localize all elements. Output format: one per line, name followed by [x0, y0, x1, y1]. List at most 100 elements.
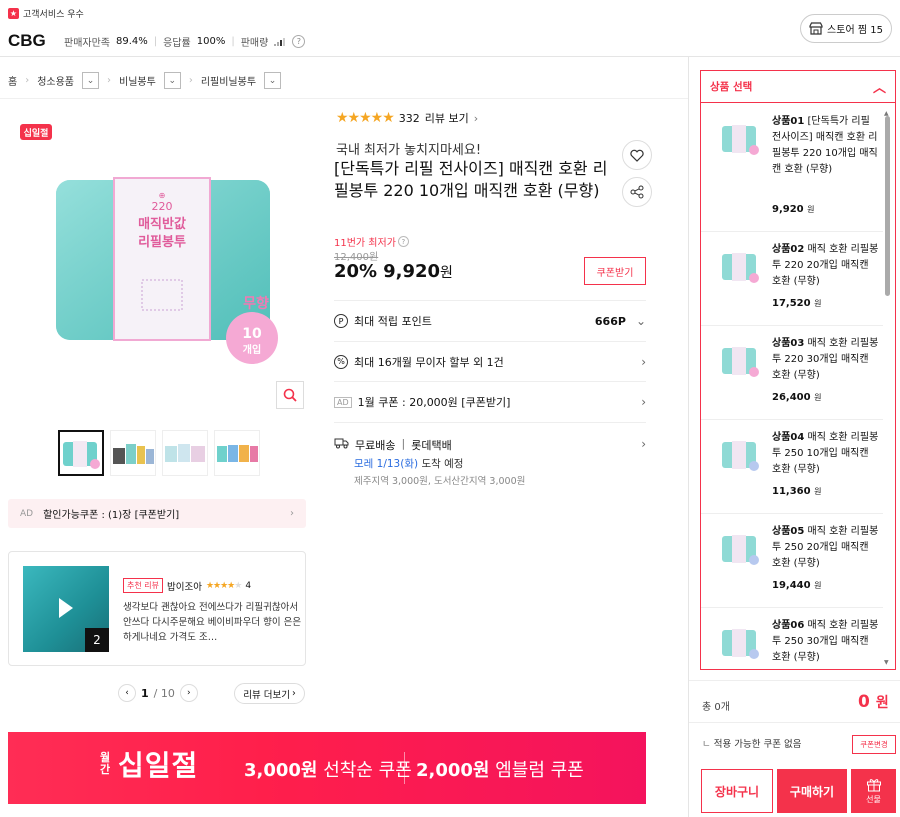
- promo-logo-small: 월간: [100, 751, 111, 776]
- ad-label: AD: [334, 396, 352, 408]
- wishlist-button[interactable]: [622, 140, 652, 170]
- option-item[interactable]: 상품05 매직 호환 리필봉투 250 20개입 매직캔 호환 (무향) 19,4…: [701, 514, 883, 608]
- review-text: 생각보다 괜찮아요 전에쓰다가 리필귀찮아서 안쓰다 다시주문해요 베이비파우더…: [123, 602, 302, 643]
- svg-text:10: 10: [242, 326, 262, 342]
- svg-text:무향: 무향: [243, 295, 269, 312]
- promo-logo: 월간 십일절: [100, 744, 198, 784]
- lowest-price-text: 11번가 최저가: [334, 238, 396, 249]
- prev-page-button[interactable]: ‹: [118, 684, 136, 702]
- svg-text:개입: 개입: [243, 343, 261, 356]
- chevron-down-icon: ⌄: [635, 314, 646, 328]
- thumbnail[interactable]: [162, 430, 208, 476]
- gift-button[interactable]: 선물: [851, 769, 896, 813]
- thumbnail[interactable]: [110, 430, 156, 476]
- store-follow-label: 스토어 찜 15: [827, 25, 883, 36]
- option-header-label: 상품 선택: [710, 80, 753, 93]
- badge-icon: ★: [8, 8, 19, 19]
- breadcrumb-home[interactable]: 홈: [8, 73, 17, 88]
- point-value: 666P: [594, 314, 626, 328]
- divider: [688, 57, 689, 817]
- share-button[interactable]: [622, 177, 652, 207]
- next-page-button[interactable]: ›: [179, 684, 198, 702]
- option-item[interactable]: 상품03 매직 호환 리필봉투 220 30개입 매직캔 호환 (무향) 26,4…: [701, 326, 883, 420]
- thumbnail[interactable]: [58, 430, 104, 476]
- breadcrumb: 홈 › 청소용품 ⌄ › 비닐봉투 ⌄ › 리필비닐봉투 ⌄: [8, 72, 282, 89]
- sales-label: 판매량: [240, 38, 269, 49]
- option-item[interactable]: 상품06 매직 호환 리필봉투 250 30개입 매직캔 호환 (무향): [701, 608, 883, 668]
- monthly-coupon-row[interactable]: AD 1월 쿠폰 : 20,000원 [쿠폰받기] ›: [334, 381, 646, 422]
- divider: [689, 722, 900, 723]
- chevron-right-icon: ›: [291, 688, 296, 699]
- seller-stats: 판매자만족 89.4% | 응답률 100% | 판매량 ?: [64, 34, 306, 49]
- review-card[interactable]: 2 추천 리뷰 밥이조아 ★★★★★ 4 생각보다 괜찮아요 전에쓰다가 리필귀…: [8, 551, 306, 666]
- divider: [0, 98, 688, 99]
- heart-icon: [630, 149, 644, 162]
- buy-now-button[interactable]: 구매하기: [777, 769, 847, 813]
- installment-row[interactable]: % 최대 16개월 무이자 할부 외 1건 ›: [334, 341, 646, 381]
- discount-rate: 20%: [334, 261, 378, 282]
- scrollbar-thumb[interactable]: [885, 116, 890, 296]
- search-icon: [283, 388, 297, 402]
- promo-coupon-1: 3,000원 선착순 쿠폰: [244, 756, 412, 782]
- help-icon[interactable]: ?: [397, 236, 409, 247]
- option-price: 11,360 원: [772, 486, 822, 497]
- product-image[interactable]: ⊕ 220 매직반값 리필봉투 무향 10 개입: [30, 150, 302, 400]
- option-list: 상품01 [단독특가 리필 전사이즈] 매직캔 호환 리필봉투 220 10개입…: [701, 104, 883, 668]
- review-video-thumbnail[interactable]: 2: [23, 566, 109, 652]
- add-to-cart-button[interactable]: 장바구니: [701, 769, 773, 813]
- discount-coupon-banner[interactable]: AD 할인가능쿠폰 : (1)장 [쿠폰받기] ›: [8, 499, 306, 528]
- product-title: [단독특가 리필 전사이즈] 매직캔 호환 리필봉투 220 10개입 매직캔 …: [334, 159, 608, 200]
- option-item[interactable]: 상품04 매직 호환 리필봉투 250 10개입 매직캔 호환 (무향) 11,3…: [701, 420, 883, 514]
- chevron-down-icon[interactable]: ⌄: [82, 72, 100, 89]
- thumbnail[interactable]: [214, 430, 260, 476]
- seller-name[interactable]: CBG: [8, 31, 46, 51]
- shipping-carrier: 롯데택배: [411, 439, 452, 452]
- seller-grade-badge: ★ 고객서비스 우수: [8, 7, 84, 20]
- promo-banner[interactable]: 월간 십일절 3,000원 선착순 쿠폰 2,000원 엠블럼 쿠폰: [8, 732, 646, 804]
- option-header[interactable]: 상품 선택 ︿: [700, 70, 896, 103]
- chevron-right-icon: ›: [107, 75, 112, 86]
- satisfaction-label: 판매자만족: [64, 38, 110, 49]
- option-item[interactable]: 상품02 매직 호환 리필봉투 220 20개입 매직캔 호환 (무향) 17,5…: [701, 232, 883, 326]
- divider: [0, 56, 900, 57]
- promo-coupon-2: 2,000원 엠블럼 쿠폰: [416, 756, 584, 782]
- chevron-up-icon: ︿: [872, 80, 886, 96]
- scroll-down-icon[interactable]: ▼: [884, 659, 889, 666]
- svg-text:⊕: ⊕: [159, 191, 166, 200]
- point-label: 최대 적립 포인트: [354, 315, 432, 328]
- svg-text:매직반값: 매직반값: [138, 216, 186, 232]
- total-price: 0 원: [858, 692, 889, 712]
- gift-label: 선물: [866, 795, 881, 804]
- breadcrumb-item[interactable]: 비닐봉투: [119, 73, 156, 88]
- price-unit: 원: [440, 265, 453, 281]
- chevron-down-icon[interactable]: ⌄: [163, 72, 181, 89]
- option-thumbnail: [721, 532, 759, 568]
- store-follow-button[interactable]: 스토어 찜 15: [800, 14, 892, 43]
- point-row[interactable]: P 최대 적립 포인트 666P ⌄: [334, 300, 646, 341]
- promo-logo-big: 십일절: [118, 749, 199, 782]
- option-item[interactable]: 상품01 [단독특가 리필 전사이즈] 매직캔 호환 리필봉투 220 10개입…: [701, 104, 883, 232]
- breadcrumb-item[interactable]: 리필비닐봉투: [201, 73, 256, 88]
- change-coupon-button[interactable]: 쿠폰변경: [852, 735, 896, 754]
- chevron-down-icon[interactable]: ⌄: [264, 72, 282, 89]
- chevron-right-icon: ›: [188, 75, 193, 86]
- option-scrollbar[interactable]: ▲ ▼: [884, 110, 892, 666]
- option-thumbnail: [721, 438, 759, 474]
- option-thumbnail: [721, 626, 759, 662]
- get-coupon-button[interactable]: 쿠폰받기: [584, 257, 646, 285]
- chevron-right-icon: ›: [473, 111, 479, 125]
- zoom-button[interactable]: [276, 381, 304, 409]
- review-link[interactable]: 리뷰 보기: [425, 110, 469, 126]
- review-author: 밥이조아: [166, 581, 202, 593]
- more-reviews-button[interactable]: 리뷰 더보기 ›: [234, 683, 305, 704]
- delivery-date: 모레 1/13(화): [354, 458, 419, 470]
- chevron-right-icon: ›: [641, 437, 646, 451]
- satisfaction-value: 89.4%: [116, 36, 148, 47]
- rating-summary[interactable]: ★★★★★ 332 리뷰 보기 ›: [336, 110, 478, 126]
- shipping-extra-fee: 제주지역 3,000원, 도서산간지역 3,000원: [354, 476, 526, 487]
- breadcrumb-item[interactable]: 청소용품: [37, 73, 74, 88]
- shipping-label: 무료배송: [355, 439, 396, 452]
- point-icon: P: [334, 314, 348, 328]
- help-icon[interactable]: ?: [292, 35, 306, 48]
- option-name: 상품06 매직 호환 리필봉투 250 30개입 매직캔 호환 (무향): [772, 620, 879, 663]
